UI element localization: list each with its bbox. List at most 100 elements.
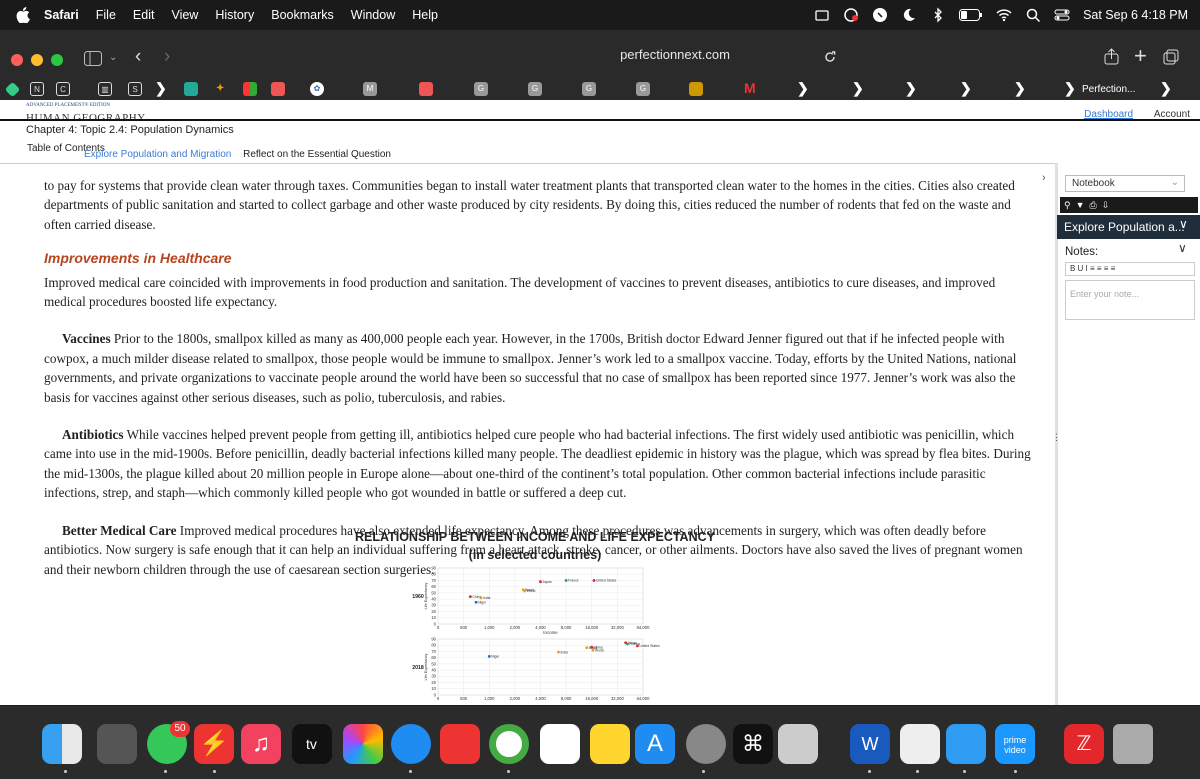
point-label: United States (639, 644, 660, 648)
favorite-n-icon[interactable]: N (30, 82, 44, 96)
word-icon[interactable]: W (850, 724, 890, 764)
app-store-icon[interactable]: A (635, 724, 675, 764)
favorite-chevron-5-icon[interactable]: ❯ (960, 80, 972, 97)
notebook-select[interactable]: Notebook ⌄ (1065, 175, 1185, 192)
forward-arrow-icon[interactable]: › (164, 46, 170, 68)
minimize-window-button[interactable] (31, 54, 43, 66)
chrome-icon[interactable] (489, 724, 529, 764)
spotlight-search-icon[interactable] (1025, 7, 1041, 23)
favorite-g-4-icon[interactable]: G (636, 82, 650, 96)
point-label: France (568, 579, 579, 583)
bluetooth-icon[interactable] (930, 7, 946, 23)
favorite-perfection-icon[interactable]: ❯ (1064, 80, 1076, 97)
menu-edit[interactable]: Edit (133, 8, 155, 22)
spark-app-icon[interactable]: ⚡ (194, 724, 234, 764)
tab-explore-population[interactable]: Explore Population and Migration (84, 149, 231, 160)
favorite-chevron-icon[interactable]: ❯ (155, 80, 167, 97)
favorite-chevron-2-icon[interactable]: ❯ (797, 80, 809, 97)
favorite-gmail-icon[interactable]: M (744, 80, 756, 96)
capcut-icon[interactable]: ⌘ (733, 724, 773, 764)
back-arrow-icon[interactable]: ‹ (135, 46, 141, 68)
menu-help[interactable]: Help (412, 8, 438, 22)
y-tick-label: 60 (431, 655, 436, 660)
tips-icon[interactable] (900, 724, 940, 764)
menubar-clock[interactable]: Sat Sep 6 4:18 PM (1083, 8, 1188, 22)
launchpad-icon[interactable] (97, 724, 137, 764)
prime-video-icon[interactable]: prime video (995, 724, 1035, 764)
finder-icon[interactable] (42, 724, 82, 764)
favorite-yellow-icon[interactable] (689, 82, 703, 96)
tab-reflect-question[interactable]: Reflect on the Essential Question (243, 149, 391, 160)
notes-icon[interactable] (590, 724, 630, 764)
download-icon[interactable]: ⇩ (1102, 200, 1110, 210)
trash-icon[interactable] (1113, 724, 1153, 764)
search-icon[interactable]: ⚲ (1064, 200, 1071, 210)
data-point (479, 596, 483, 600)
note-input[interactable]: Enter your note... (1065, 280, 1195, 320)
favorite-trash-icon[interactable]: ▥ (98, 82, 112, 96)
menu-bookmarks[interactable]: Bookmarks (271, 8, 334, 22)
photos-icon[interactable] (343, 724, 383, 764)
apple-icon[interactable] (16, 7, 30, 23)
share-icon[interactable] (1104, 48, 1119, 65)
notebook-toolbar: ⚲ ▼ ⎙ ⇩ (1060, 197, 1198, 213)
favorite-perfection-label[interactable]: Perfection... (1082, 84, 1135, 95)
chevron-down-icon[interactable]: ∨ (1178, 241, 1187, 255)
chevron-down-icon[interactable]: ∨ (1179, 217, 1188, 231)
favorite-gmail-m-icon[interactable]: M (363, 82, 377, 96)
favorite-g-3-icon[interactable]: G (582, 82, 596, 96)
menu-file[interactable]: File (96, 8, 116, 22)
moon-icon[interactable] (901, 7, 917, 23)
y-tick-label: 10 (431, 686, 436, 691)
photo-booth-icon[interactable] (440, 724, 480, 764)
favorite-chevron-6-icon[interactable]: ❯ (1014, 80, 1026, 97)
shazam-icon[interactable] (872, 7, 888, 23)
favorites-overflow-icon[interactable]: ❯ (1160, 80, 1172, 97)
favorite-c-icon[interactable]: C (56, 82, 70, 96)
close-window-button[interactable] (11, 54, 23, 66)
sidebar-collapse-icon[interactable]: › (1042, 172, 1046, 184)
iphone-mirroring-icon[interactable] (778, 724, 818, 764)
y-tick-label: 20 (431, 680, 436, 685)
favorite-s-icon[interactable]: S (128, 82, 142, 96)
chevron-down-icon[interactable]: ⌄ (109, 52, 117, 63)
safari-icon[interactable] (391, 724, 431, 764)
new-tab-icon[interactable]: + (1134, 43, 1147, 69)
menu-window[interactable]: Window (351, 8, 395, 22)
y-tick-label: 10 (431, 615, 436, 620)
favorite-chevron-4-icon[interactable]: ❯ (905, 80, 917, 97)
menu-view[interactable]: View (171, 8, 198, 22)
system-settings-icon[interactable] (686, 724, 726, 764)
favorite-g-icon[interactable]: G (474, 82, 488, 96)
print-icon[interactable]: ⎙ (1090, 200, 1097, 210)
reload-icon[interactable] (823, 50, 837, 64)
address-bar[interactable]: perfectionnext.com (555, 47, 795, 67)
control-center-icon[interactable] (1054, 7, 1070, 23)
mail-icon[interactable] (946, 724, 986, 764)
zoom-window-button[interactable] (51, 54, 63, 66)
acrobat-icon[interactable]: ℤ (1064, 724, 1104, 764)
favorite-microsoft-icon[interactable] (243, 82, 257, 96)
apple-tv-icon[interactable]: tv (292, 724, 332, 764)
favorite-chevron-3-icon[interactable]: ❯ (852, 80, 864, 97)
battery-icon[interactable] (959, 9, 983, 21)
favorite-star-icon[interactable]: ✦ (216, 83, 224, 94)
reminders-icon[interactable] (540, 724, 580, 764)
wifi-icon[interactable] (996, 7, 1012, 23)
screen-share-icon[interactable] (814, 7, 830, 23)
favorite-teal-icon[interactable] (184, 82, 198, 96)
music-icon[interactable]: ♫ (241, 724, 281, 764)
favorite-red-grid-2-icon[interactable] (419, 82, 433, 96)
favorite-g-2-icon[interactable]: G (528, 82, 542, 96)
menu-app-name[interactable]: Safari (44, 8, 79, 22)
filter-icon[interactable]: ▼ (1076, 200, 1085, 210)
y-tick-label: 50 (431, 590, 436, 595)
sidebar-toggle-icon[interactable] (84, 51, 102, 66)
favorite-circle-icon[interactable]: ✿ (310, 82, 324, 96)
creative-cloud-icon[interactable] (843, 7, 859, 23)
y-tick-label: 40 (431, 668, 436, 673)
tab-overview-icon[interactable] (1163, 49, 1179, 65)
favorite-red-grid-icon[interactable] (271, 82, 285, 96)
menu-history[interactable]: History (215, 8, 254, 22)
note-format-toolbar[interactable]: B U I ≡ ≡ ≡ ≡ (1065, 262, 1195, 276)
